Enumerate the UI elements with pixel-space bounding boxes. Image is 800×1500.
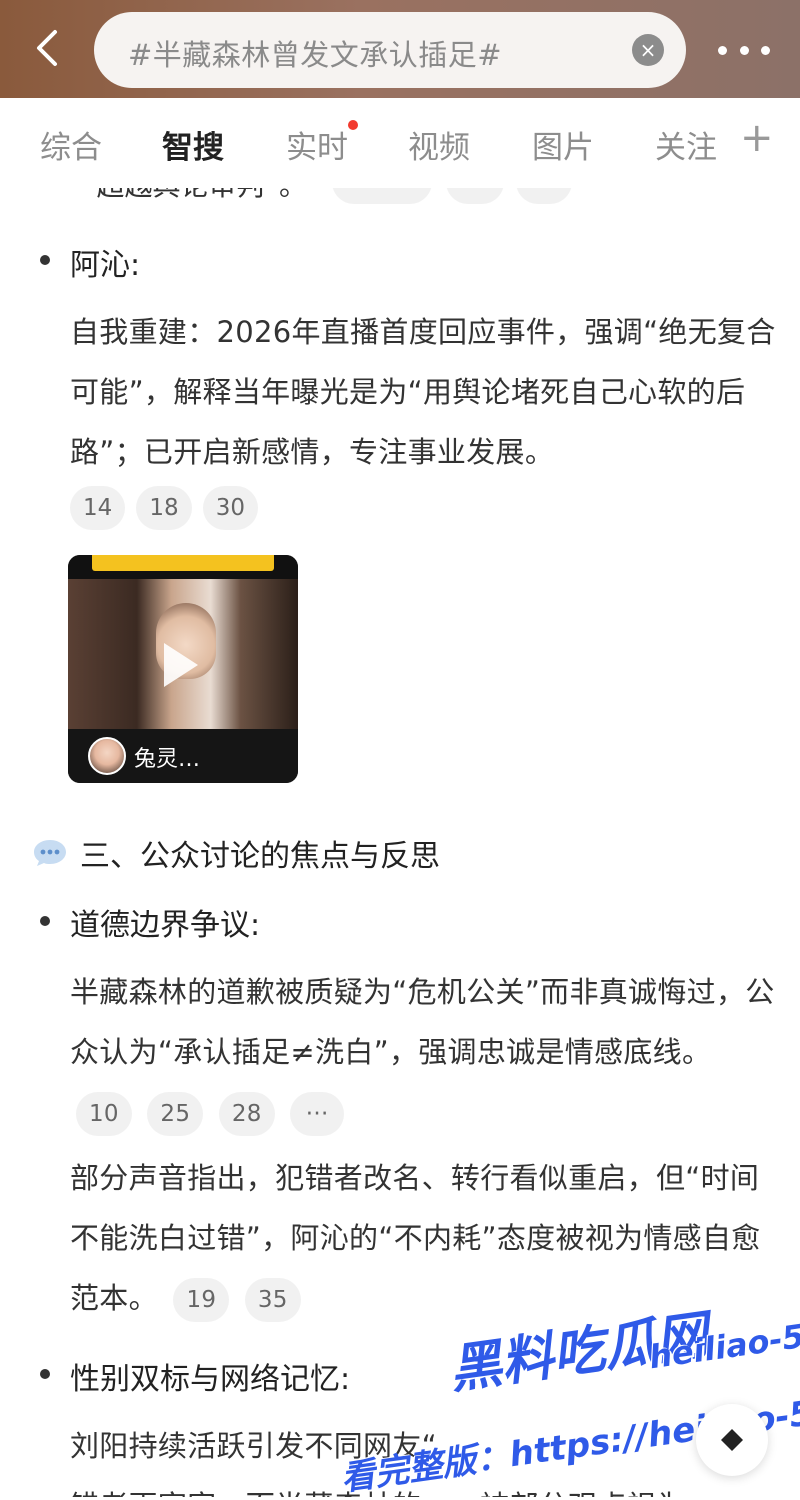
chat-bubble-icon (34, 840, 66, 866)
citation-chip[interactable]: 25 (147, 1092, 204, 1136)
clipped-text: “超越舆论审判”。 (82, 188, 307, 204)
paragraph-text: 半藏森林的道歉被质疑为“危机公关”而非真诚悔过，公众认为“承认插足≠洗白”，强调… (70, 975, 775, 1069)
more-options-button[interactable] (718, 30, 770, 70)
tab-图片[interactable]: 图片 (532, 122, 594, 167)
floating-action-button[interactable] (696, 1404, 768, 1476)
tab-综合[interactable]: 综合 (40, 122, 102, 167)
ai-answer-content: “超越舆论审判”。 阿沁: 自我重建：2026年直播首度回应事件，强调“绝无复合… (0, 188, 800, 1497)
back-button[interactable] (24, 22, 72, 74)
add-tab-button[interactable]: + (740, 118, 774, 158)
chevron-left-icon (37, 30, 57, 66)
play-icon (164, 643, 198, 687)
section-heading: 三、公众讨论的焦点与反思 (32, 833, 440, 874)
tab-关注[interactable]: 关注 (655, 122, 717, 167)
search-input[interactable]: #半藏森林曾发文承认插足# × (94, 12, 686, 88)
bullet-dot (40, 255, 50, 265)
tab-实时[interactable]: 实时 (286, 120, 358, 167)
paragraph: 部分声音指出，犯错者改名、转行看似重启，但“时间不能洗白过错”，阿沁的“不内耗”… (70, 1148, 780, 1328)
more-dots-icon (718, 45, 727, 55)
video-author-name: 兔灵… (134, 747, 201, 772)
close-circle-icon: × (639, 38, 657, 62)
citation-chip[interactable]: 28 (218, 1092, 275, 1136)
citation-row: 14 18 30 (70, 486, 259, 530)
section-title: 三、公众讨论的焦点与反思 (80, 839, 440, 874)
tab-label: 实时 (286, 130, 348, 166)
notification-dot (348, 120, 358, 130)
search-query-text: #半藏森林曾发文承认插足# (128, 38, 503, 72)
more-citations-chip[interactable]: ··· (290, 1092, 345, 1136)
citation-chip[interactable] (446, 188, 504, 204)
top-bar: #半藏森林曾发文承认插足# × (0, 0, 800, 98)
paragraph: 半藏森林的道歉被质疑为“危机公关”而非真诚悔过，公众认为“承认插足≠洗白”，强调… (70, 962, 780, 1142)
citation-chip[interactable]: 14 (70, 486, 126, 530)
video-author-bar: 兔灵… (68, 729, 298, 783)
citation-chip[interactable]: 35 (244, 1278, 301, 1322)
citation-chip[interactable] (516, 188, 572, 204)
diamond-icon (721, 1429, 743, 1451)
paragraph: 刘阳持续活跃引发不同网友“ (70, 1429, 437, 1463)
bullet-dot (40, 1369, 50, 1379)
video-thumbnail (68, 579, 298, 729)
citation-chip[interactable]: 30 (202, 486, 259, 530)
clear-search-button[interactable]: × (632, 34, 664, 66)
item-title: 阿沁: (70, 248, 141, 283)
citation-chip[interactable]: 19 (173, 1278, 230, 1322)
clipped-paragraph: 错者更宽容，而半藏森林的……被部分观点视为 (70, 1476, 780, 1497)
video-card[interactable]: 兔灵… (68, 555, 298, 783)
video-banner (68, 555, 298, 579)
tab-视频[interactable]: 视频 (408, 122, 470, 167)
item-title: 道德边界争议: (70, 908, 261, 943)
citation-chip[interactable]: 18 (136, 486, 192, 530)
citation-chip[interactable] (332, 188, 432, 204)
bullet-dot (40, 916, 50, 926)
avatar (88, 737, 126, 775)
item-title: 性别双标与网络记忆: (70, 1362, 351, 1397)
search-tabs: 综合 智搜 实时 视频 图片 关注 + (0, 98, 800, 188)
citation-chip[interactable]: 10 (76, 1092, 132, 1136)
tab-智搜[interactable]: 智搜 (162, 122, 224, 167)
paragraph: 自我重建：2026年直播首度回应事件，强调“绝无复合可能”，解释当年曝光是为“用… (70, 315, 776, 469)
